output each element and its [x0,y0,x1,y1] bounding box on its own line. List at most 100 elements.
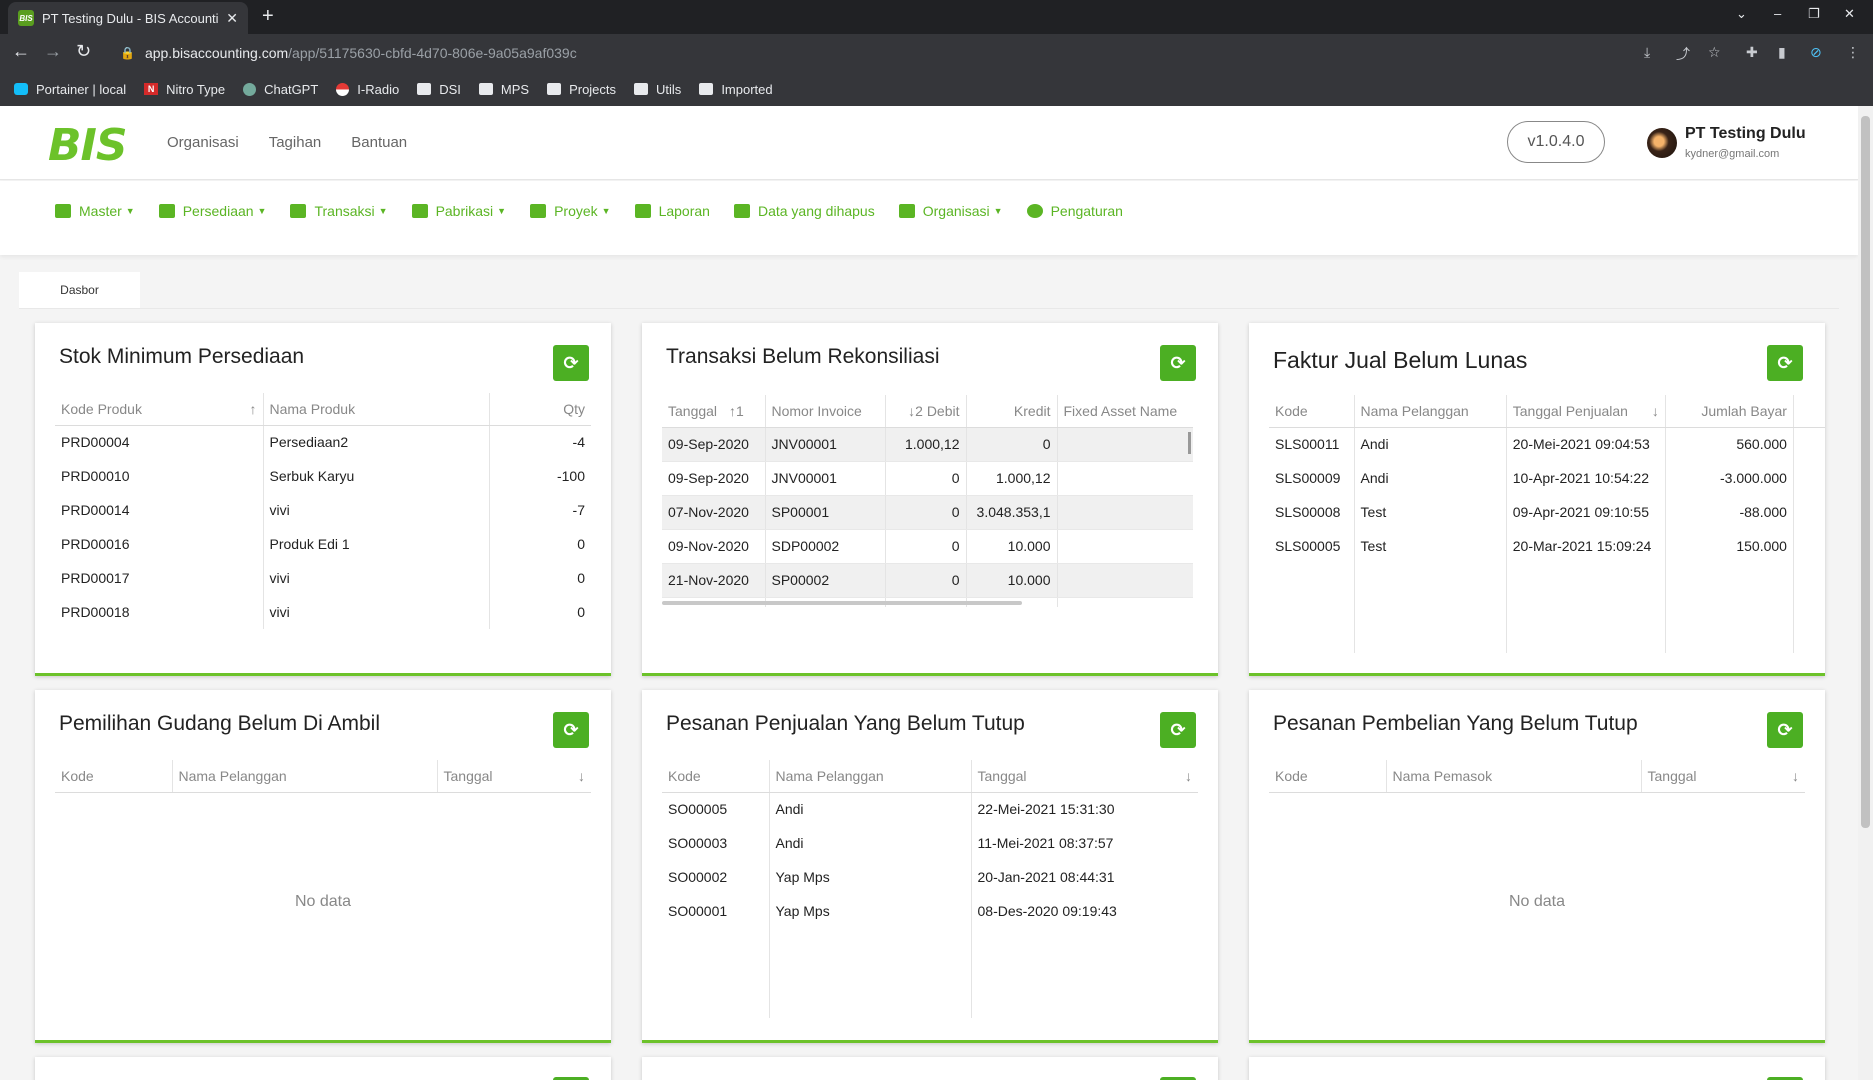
bookmark-item[interactable]: ChatGPT [243,82,318,97]
side-panel-icon[interactable]: ▮ [1778,44,1786,61]
address-bar[interactable]: 🔒 app.bisaccounting.com/app/51175630-cbf… [110,38,1630,68]
sort-desc-icon[interactable]: ↓ [1185,768,1192,784]
user-name[interactable]: PT Testing Dulu [1685,125,1806,143]
table-row[interactable]: PRD00014 vivi -7 [55,493,591,527]
bookmark-star-icon[interactable]: ☆ [1708,44,1721,61]
table-row[interactable]: 09-Sep-2020 JNV00001 0 1.000,12 [662,461,1193,496]
horizontal-scrollbar[interactable] [662,601,1022,605]
menu-pabrikasi[interactable]: Pabrikasi ▼ [411,203,506,219]
table-row[interactable]: SO00001 Yap Mps 08-Des-2020 09:19:43 [662,894,1198,928]
table-row[interactable]: SLS00009 Andi 10-Apr-2021 10:54:22 -3.000.0… [1269,461,1825,495]
col-kode[interactable]: Kode [1269,395,1355,428]
back-icon[interactable]: ← [12,41,30,62]
table-row[interactable]: SO00005 Andi 22-Mei-2021 15:31:30 [662,792,1198,826]
table-row[interactable]: 21-Nov-2020 SP00002 0 10.000 [662,563,1193,598]
new-tab-icon[interactable]: + [262,5,274,28]
table-row[interactable]: PRD00017 vivi 0 [55,561,591,595]
menu-proyek[interactable]: Proyek ▼ [530,203,611,219]
refresh-icon[interactable]: ⟳ [1767,345,1803,381]
table-row[interactable]: PRD00016 Produk Edi 10 [55,527,591,561]
profile-blocked-icon[interactable]: ⊘ [1810,44,1822,61]
bookmark-folder[interactable]: Imported [699,82,773,97]
more-menu-icon[interactable]: ⋮ [1846,44,1860,61]
menu-transaksi[interactable]: Transaksi ▼ [290,203,388,219]
refresh-icon[interactable]: ⟳ [553,345,589,381]
col-kode[interactable]: Kode [1269,760,1387,793]
bis-logo[interactable]: BIS [48,120,128,171]
table-row[interactable]: SO00002 Yap Mps 20-Jan-2021 08:44:31 [662,860,1198,894]
table-row[interactable]: PRD00010 Serbuk Karyu -100 [55,459,591,493]
refresh-icon[interactable]: ⟳ [1767,712,1803,748]
menu-master[interactable]: Master ▼ [55,203,135,219]
menu-pengaturan[interactable]: Pengaturan [1026,203,1123,219]
col-nama-produk[interactable]: Nama Produk [263,393,490,426]
page-scrollbar[interactable] [1858,106,1873,1080]
sort-asc-icon[interactable]: ↑ [729,403,736,419]
share-icon[interactable]: ⤴ [1676,44,1690,64]
page-scrollbar-thumb[interactable] [1861,116,1870,828]
menu-persediaan[interactable]: Persediaan ▼ [158,203,266,219]
col-fixed-asset-name[interactable]: Fixed Asset Name [1057,395,1193,428]
minimize-icon[interactable]: – [1774,6,1781,21]
bookmark-folder[interactable]: MPS [478,82,529,97]
col-kode[interactable]: Kode [55,760,173,793]
menu-organisasi[interactable]: Organisasi ▼ [898,203,1003,219]
table-row[interactable]: 09-Nov-2020 SDP00002 0 10.000 [662,529,1193,564]
forward-icon[interactable]: → [44,41,62,62]
bookmark-item[interactable]: I-Radio [336,82,399,97]
table-row[interactable]: SLS00005 Test 20-Mar-2021 15:09:24 150.000 [1269,529,1825,563]
avatar[interactable] [1647,128,1677,158]
rekon-table-viewport[interactable]: Tanggal ↑1 Nomor Invoice ↓2 Debit Kredit… [662,395,1193,607]
menu-data-dihapus[interactable]: Data yang dihapus [733,203,875,219]
bookmark-folder[interactable]: Utils [634,82,681,97]
table-row[interactable]: PRD00018 vivi 0 [55,595,591,629]
col-tanggal[interactable]: Tanggal ↓ [971,760,1198,793]
bookmark-folder[interactable]: DSI [417,82,461,97]
nav-bantuan[interactable]: Bantuan [351,134,407,151]
extensions-icon[interactable]: ✚ [1746,44,1758,61]
table-row[interactable]: 09-Sep-2020 JNV00001 1.000,12 0 [662,427,1193,462]
sort-desc-icon[interactable]: ↓ [1652,403,1659,419]
col-tanggal[interactable]: Tanggal ↓ [1641,760,1805,793]
restore-icon[interactable]: ❐ [1808,6,1820,22]
col-nama-pelanggan[interactable]: Nama Pelanggan [1354,395,1507,428]
bookmark-folder[interactable]: Projects [547,82,616,97]
sort-desc-icon[interactable]: ↓ [1792,768,1799,784]
col-tanggal[interactable]: Tanggal ↓ [437,760,591,793]
browser-tab[interactable]: BIS PT Testing Dulu - BIS Accounti ✕ [8,2,248,34]
refresh-icon[interactable]: ⟳ [1160,712,1196,748]
col-kode-produk[interactable]: Kode Produk ↑ [55,393,264,426]
table-row[interactable]: SO00003 Andi 11-Mei-2021 08:37:57 [662,826,1198,860]
install-app-icon[interactable]: ⤓ [1644,44,1650,61]
bookmark-item[interactable]: Portainer | local [14,82,126,97]
bookmark-item[interactable]: N Nitro Type [144,82,225,97]
reload-icon[interactable]: ↻ [76,41,91,62]
col-debit[interactable]: ↓2 Debit [885,395,967,428]
table-row[interactable]: SLS00011 Andi 20-Mei-2021 09:04:53 560.000 [1269,427,1825,461]
col-qty[interactable]: Qty [489,393,591,426]
col-kredit[interactable]: Kredit [966,395,1058,428]
menu-laporan[interactable]: Laporan [634,203,710,219]
col-nomor-invoice[interactable]: Nomor Invoice [765,395,886,428]
col-nama-pelanggan[interactable]: Nama Pelanggan [769,760,972,793]
col-nama-pemasok[interactable]: Nama Pemasok [1386,760,1642,793]
tab-search-icon[interactable]: ⌄ [1736,6,1747,22]
close-tab-icon[interactable]: ✕ [226,10,238,27]
nav-organisasi[interactable]: Organisasi [167,134,239,151]
nav-tagihan[interactable]: Tagihan [269,134,322,151]
close-window-icon[interactable]: ✕ [1844,6,1855,22]
col-tanggal[interactable]: Tanggal ↑1 [662,395,766,428]
col-tanggal-penjualan[interactable]: Tanggal Penjualan ↓ [1506,395,1666,428]
col-nama-pelanggan[interactable]: Nama Pelanggan [172,760,438,793]
col-jumlah-bayar[interactable]: Jumlah Bayar [1665,395,1794,428]
table-row[interactable]: 07-Nov-2020 SP00001 0 3.048.353,1 [662,495,1193,530]
col-kode[interactable]: Kode [662,760,770,793]
refresh-icon[interactable]: ⟳ [1160,345,1196,381]
sort-asc-icon[interactable]: ↑ [250,401,257,417]
table-row[interactable]: PRD00004 Persediaan2 -4 [55,425,591,459]
tab-dasbor[interactable]: Dasbor [19,272,140,308]
table-row[interactable]: SLS00008 Test 09-Apr-2021 09:10:55 -88.000 [1269,495,1825,529]
refresh-icon[interactable]: ⟳ [553,712,589,748]
sort-desc-icon[interactable]: ↓ [578,768,585,784]
vertical-scrollbar[interactable] [1188,432,1191,454]
